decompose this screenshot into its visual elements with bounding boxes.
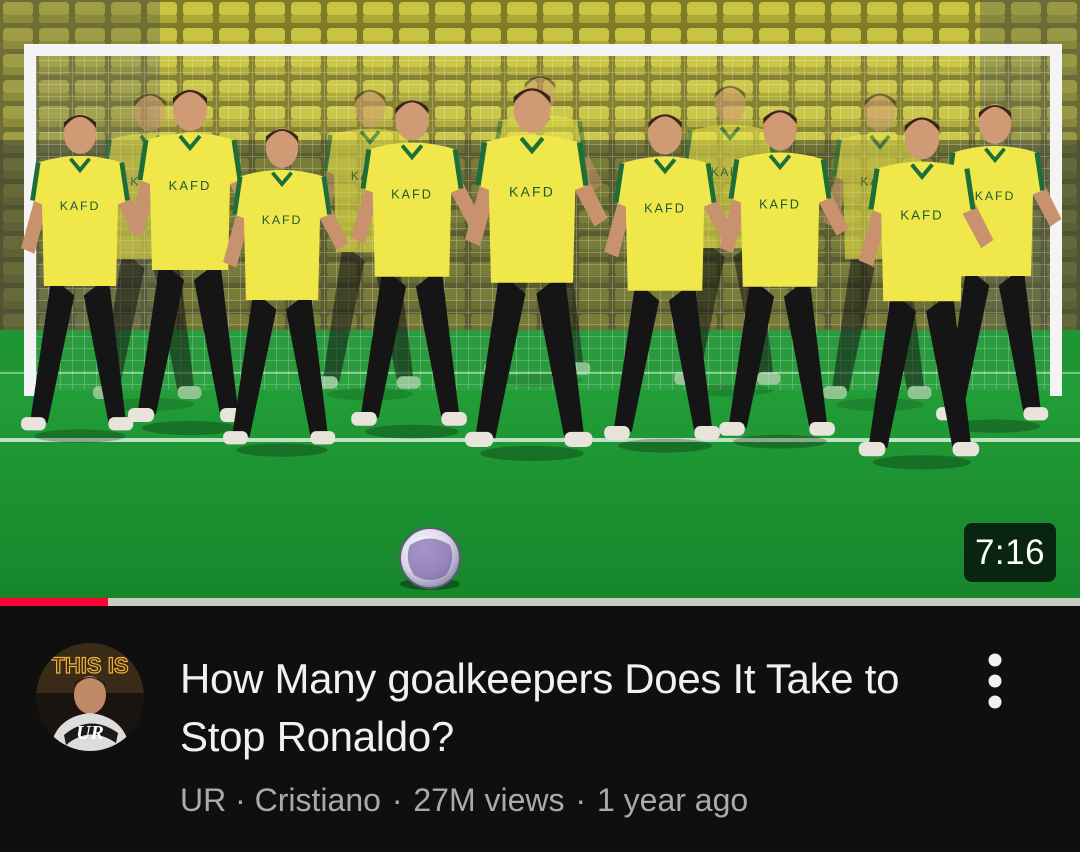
more-vert-icon [988,653,1002,709]
separator: · [575,782,587,818]
shirt-text: KAFD [509,183,555,199]
shirt-text: KAFD [262,213,303,227]
shirt-text: KAFD [169,178,212,193]
video-subline: UR · Cristiano · 27M views · 1 year ago [180,778,748,822]
channel-avatar[interactable]: THIS IS UR [36,643,144,751]
duration-badge: 7:16 [964,523,1056,582]
video-metadata: THIS IS UR How Many goalkeepers Does It … [0,606,1080,852]
channel-name[interactable]: UR · Cristiano [180,782,381,818]
shirt-text: KAFD [644,200,686,215]
shirt-text: KAFD [900,208,944,223]
svg-text:UR: UR [76,722,104,744]
shirt-text: KAFD [975,189,1016,203]
shirt-text: KAFD [60,199,101,213]
svg-text:THIS IS: THIS IS [51,653,128,678]
shirt-text: KAFD [759,196,801,211]
thumbnail-image: KAFDKAFDKAFDKAFDKAFDKAFD KAFDKAFDKAFDKAFD… [0,0,1080,598]
separator: · [391,782,403,818]
video-card[interactable]: KAFD KAFD KAFD KAFD KAFD KAFD KAFD KAFD KAFD KAFD… [0,0,1080,852]
view-count: 27M views [413,782,565,818]
shirt-text: KAFD [391,186,433,201]
watch-progress-bar [0,598,1080,606]
avatar-image: THIS IS UR [36,643,144,751]
video-title[interactable]: How Many goalkeepers Does It Take to Sto… [180,650,940,766]
video-thumbnail[interactable]: KAFD KAFD KAFD KAFD KAFD KAFD KAFD KAFD KAFD KAFD… [0,0,1080,598]
watch-progress-fill [0,598,108,606]
upload-age: 1 year ago [596,782,749,818]
soccer-ball [399,527,461,590]
more-options-button[interactable] [966,650,1024,712]
